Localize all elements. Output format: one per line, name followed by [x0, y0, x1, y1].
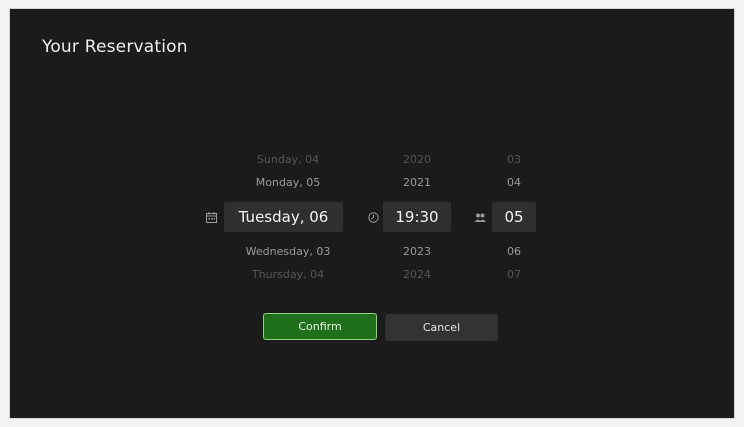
- date-option[interactable]: Monday, 05: [218, 176, 358, 189]
- guests-option[interactable]: 03: [492, 153, 536, 166]
- calendar-icon: [205, 211, 217, 223]
- selected-guests[interactable]: 05: [492, 202, 536, 232]
- time-option[interactable]: 2024: [382, 268, 452, 281]
- guests-option[interactable]: 04: [492, 176, 536, 189]
- selected-date[interactable]: Tuesday, 06: [224, 202, 343, 232]
- cancel-button[interactable]: Cancel: [385, 314, 498, 341]
- selected-time[interactable]: 19:30: [383, 202, 451, 232]
- clock-icon: [367, 211, 379, 223]
- guests-option[interactable]: 07: [492, 268, 536, 281]
- time-option[interactable]: 2021: [382, 176, 452, 189]
- dialog-title: Your Reservation: [42, 37, 188, 57]
- guests-option[interactable]: 06: [492, 245, 536, 258]
- confirm-button[interactable]: Confirm: [263, 313, 377, 340]
- time-option[interactable]: 2023: [382, 245, 452, 258]
- time-option[interactable]: 2020: [382, 153, 452, 166]
- date-option[interactable]: Sunday, 04: [218, 153, 358, 166]
- date-option[interactable]: Thursday, 04: [218, 268, 358, 281]
- reservation-dialog: Your Reservation Sunday, 04 Monday, 05 W…: [9, 8, 735, 419]
- people-icon: [474, 211, 486, 223]
- date-option[interactable]: Wednesday, 03: [218, 245, 358, 258]
